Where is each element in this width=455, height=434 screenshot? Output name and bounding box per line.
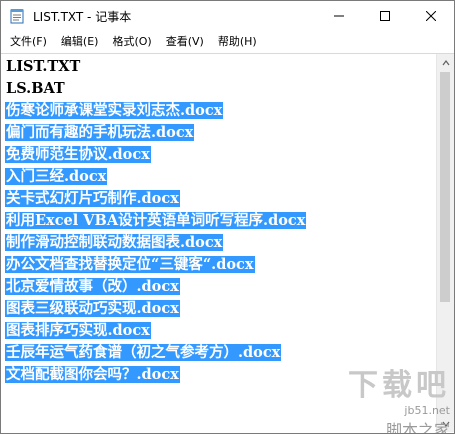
menu-view[interactable]: 查看(V) [159,33,211,49]
scrollbar-thumb[interactable] [440,72,450,302]
menu-help[interactable]: 帮助(H) [211,33,264,49]
text-line[interactable]: 伤寒论师承课堂实录刘志杰.docx [5,100,435,122]
chevron-up-icon [442,59,449,65]
selected-text: 制作滑动控制联动数据图表.docx [5,234,224,251]
close-icon [426,11,436,21]
watermark-site-name: 脚本之家 [385,421,450,434]
selected-text: 图表排序巧实现.docx [5,322,151,339]
line-text: LIST.TXT [6,58,81,75]
text-line[interactable]: 免费师范生协议.docx [5,144,435,166]
menu-bar: 文件(F) 编辑(E) 格式(O) 查看(V) 帮助(H) [1,31,454,51]
text-line[interactable]: 制作滑动控制联动数据图表.docx [5,232,435,254]
selected-text: 利用Excel VBA设计英语单词听写程序.docx [5,212,307,229]
title-bar[interactable]: LIST.TXT - 记事本 [1,1,454,31]
selected-text: 伤寒论师承课堂实录刘志杰.docx [5,102,224,119]
window-title: LIST.TXT - 记事本 [33,9,132,24]
text-line[interactable]: 图表三级联动巧实现.docx [5,298,435,320]
minimize-button[interactable] [316,1,362,31]
text-line[interactable]: 偏门而有趣的手机玩法.docx [5,122,435,144]
maximize-button[interactable] [362,1,408,31]
scroll-up-button[interactable] [437,54,454,71]
watermark-url: jb51.net [404,404,450,417]
notepad-app-icon [10,9,24,24]
selected-text: 偏门而有趣的手机玩法.docx [5,124,195,141]
close-button[interactable] [408,1,454,31]
line-text: LS.BAT [6,80,65,97]
text-line[interactable]: 利用Excel VBA设计英语单词听写程序.docx [5,210,435,232]
text-line[interactable]: LS.BAT [5,78,435,100]
text-line[interactable]: 北京爱情故事（改）.docx [5,276,435,298]
selected-text: 文档配截图你会吗？.docx [5,366,180,383]
selected-text: 图表三级联动巧实现.docx [5,300,180,317]
selected-text: 北京爱情故事（改）.docx [5,278,180,295]
menu-edit[interactable]: 编辑(E) [54,33,106,49]
text-line[interactable]: LIST.TXT [5,56,435,78]
text-line[interactable]: 关卡式幻灯片巧制作.docx [5,188,435,210]
site-watermark: 下载吧 jb51.net 脚本之家 [290,360,450,433]
selected-text: 免费师范生协议.docx [5,146,151,163]
maximize-icon [380,11,390,21]
notepad-window: LIST.TXT - 记事本 文件(F) 编辑(E) 格式(O) 查看(V) 帮… [0,0,455,434]
minimize-icon [334,15,344,17]
watermark-logo: 下载吧 [348,368,450,403]
selected-text: 壬辰年运气药食谱（初之气参考方）.docx [5,344,282,361]
text-editor[interactable]: LIST.TXT LS.BAT 伤寒论师承课堂实录刘志杰.docx 偏门而有趣的手机玩… [1,53,454,433]
text-line[interactable]: 办公文档查找替换定位“三键客“.docx [5,254,435,276]
selected-text: 关卡式幻灯片巧制作.docx [5,190,180,207]
selected-text: 入门三经.docx [5,168,108,185]
menu-format[interactable]: 格式(O) [105,33,158,49]
menu-file[interactable]: 文件(F) [3,33,54,49]
selected-text: 办公文档查找替换定位“三键客“.docx [5,256,255,273]
text-line[interactable]: 图表排序巧实现.docx [5,320,435,342]
text-line[interactable]: 入门三经.docx [5,166,435,188]
